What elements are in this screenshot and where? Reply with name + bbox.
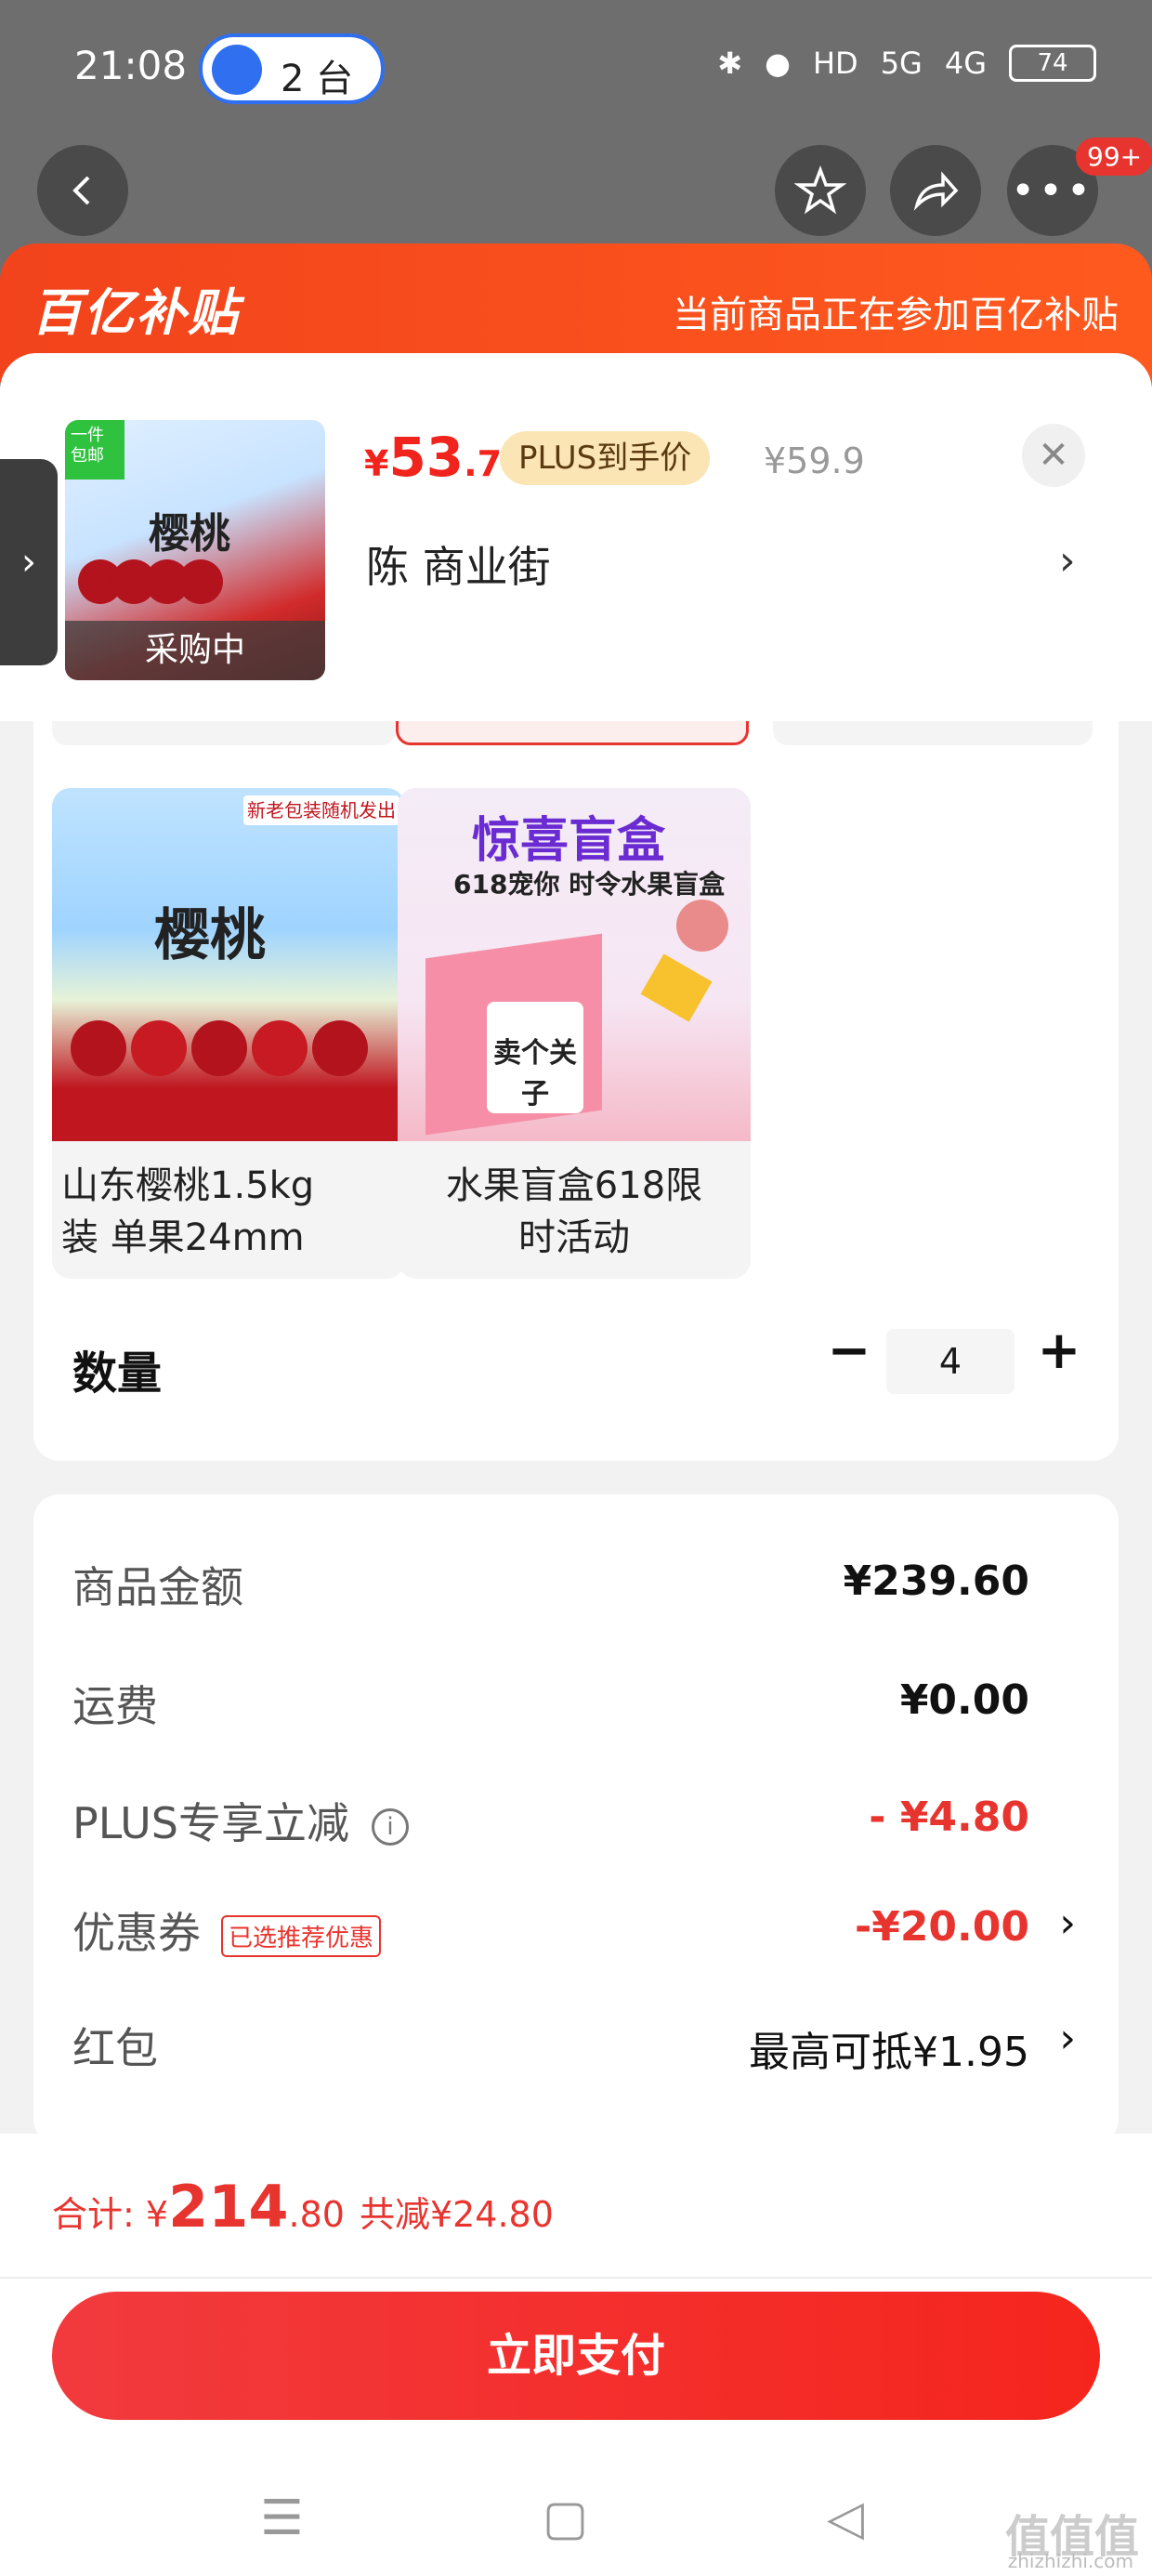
summary-row-shipping: 运费 ¥0.00 — [72, 1676, 1029, 1731]
address-chevron-icon[interactable]: › — [1059, 537, 1076, 585]
back-button[interactable] — [37, 145, 128, 236]
quantity-decrease-button[interactable]: − — [821, 1325, 877, 1381]
original-price: ¥59.9 — [764, 440, 865, 481]
coupon-selected-tag: 已选推荐优惠 — [221, 1915, 382, 1957]
cast-pill[interactable]: 2 台 — [199, 33, 385, 104]
back-triangle-icon[interactable]: ◁ — [827, 2491, 864, 2546]
chevron-right-icon: › — [1059, 2015, 1076, 2062]
divider — [0, 2277, 1152, 2279]
thumbnail-title: 樱桃 — [149, 510, 230, 558]
packaging-tag: 新老包装随机发出 — [243, 795, 399, 825]
info-icon[interactable]: i — [371, 1807, 409, 1846]
spec-option-blind-box[interactable]: 惊喜盲盒 618宠你 时令水果盲盒 卖个关子 水果盲盒618限 时活动 — [398, 788, 751, 1279]
summary-row-goods-amount: 商品金额 ¥239.60 — [72, 1557, 1029, 1612]
4g-signal-icon: 4G — [944, 46, 987, 81]
summary-row-red-packet[interactable]: 红包 最高可抵¥1.95 › — [72, 2015, 1085, 2080]
subsidy-note: 当前商品正在参加百亿补贴 — [673, 294, 1119, 336]
spec-option-label: 山东樱桃1.5kg 装 单果24mm — [61, 1164, 315, 1259]
quantity-input[interactable]: 4 — [886, 1329, 1015, 1394]
summary-row-coupon[interactable]: 优惠券 已选推荐优惠 -¥20.00 › — [72, 1899, 1085, 1965]
summary-row-plus-discount: PLUS专享立减 i - ¥4.80 — [72, 1794, 1029, 1848]
spec-options-previous-row — [33, 721, 1119, 749]
purchasing-overlay: 采购中 — [65, 621, 325, 680]
blind-box-card: 卖个关子 — [487, 1002, 583, 1113]
chevron-right-icon: › — [21, 541, 36, 584]
spec-option-cherry[interactable]: 新老包装随机发出 樱桃 山东樱桃1.5kg 装 单果24mm — [52, 788, 405, 1279]
favorite-button[interactable] — [775, 145, 866, 236]
plus-price-tag: PLUS到手价 — [500, 431, 711, 485]
status-icons: ✱ ● HD 5G 4G 74 — [717, 45, 1096, 82]
cherry-cluster — [71, 1020, 369, 1080]
blind-box-option-image: 惊喜盲盒 618宠你 时令水果盲盒 卖个关子 — [398, 788, 751, 1141]
notification-badge: 99+ — [1076, 138, 1152, 176]
blind-box-subtitle: 618宠你 时令水果盲盒 — [453, 869, 726, 900]
product-price: ¥53.7 — [364, 426, 503, 489]
close-button[interactable]: ✕ — [1022, 424, 1085, 487]
cherry-image-title: 樱桃 — [154, 903, 266, 968]
quantity-increase-button[interactable]: + — [1031, 1325, 1087, 1381]
wifi-cast-icon — [212, 45, 262, 95]
spec-option-label: 水果盲盒618限 时活动 — [445, 1164, 703, 1259]
cast-label: 2 台 — [281, 58, 354, 100]
chevron-left-icon — [72, 176, 90, 205]
hd-icon: HD — [812, 46, 858, 81]
location-icon: ● — [765, 46, 791, 81]
pay-now-button[interactable]: 立即支付 — [52, 2292, 1100, 2420]
chevron-right-icon: › — [1059, 1899, 1076, 1947]
bluetooth-icon: ✱ — [717, 46, 743, 81]
product-thumbnail[interactable]: 一件包邮 樱桃 采购中 — [65, 420, 325, 680]
free-shipping-tag: 一件包邮 — [65, 420, 124, 480]
menu-icon[interactable]: ☰ — [260, 2491, 304, 2546]
watermark-url: zhizhizhi.com — [1007, 2550, 1133, 2572]
order-total: 合计: ¥214.80 共减¥24.80 — [52, 2173, 554, 2241]
status-bar: 21:08 2 台 ✱ ● HD 5G 4G 74 — [0, 0, 1152, 130]
battery-icon: 74 — [1009, 45, 1096, 82]
lychee-shape — [676, 900, 728, 952]
status-time: 21:08 — [74, 43, 188, 88]
cherry-option-image: 新老包装随机发出 樱桃 — [52, 788, 405, 1141]
delivery-address[interactable]: 陈 商业街 — [366, 533, 551, 595]
close-icon: ✕ — [1038, 434, 1069, 477]
blind-box-title: 惊喜盲盒 — [472, 813, 666, 869]
subsidy-logo: 百亿补贴 — [32, 283, 240, 342]
star-icon — [794, 165, 846, 215]
share-icon — [913, 171, 959, 211]
more-icon: ••• — [1011, 166, 1094, 215]
system-nav-bar: ☰ ▢ ◁ — [0, 2472, 1152, 2576]
quantity-label: 数量 — [72, 1347, 163, 1400]
side-expand-tab[interactable]: › — [0, 459, 58, 665]
share-button[interactable] — [890, 145, 981, 236]
mango-shape — [640, 953, 713, 1022]
5g-signal-icon: 5G — [880, 46, 923, 81]
cherry-image — [78, 559, 223, 608]
total-saved: 共减¥24.80 — [359, 2194, 554, 2235]
home-icon[interactable]: ▢ — [543, 2491, 588, 2546]
